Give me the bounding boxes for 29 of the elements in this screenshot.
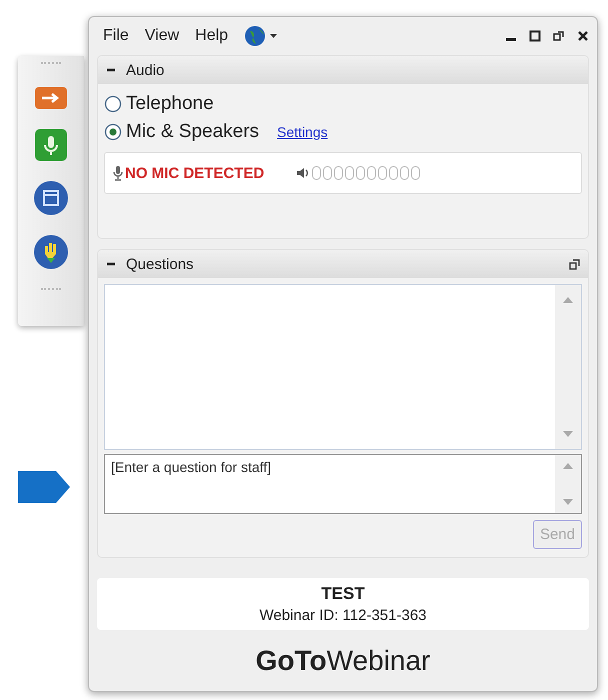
restore-icon[interactable] [553,30,565,42]
microphone-icon [113,165,123,181]
scrollbar[interactable] [555,285,581,449]
pointer-arrow-icon [18,471,70,503]
popout-icon[interactable] [569,258,580,270]
close-icon[interactable] [577,30,589,42]
menu-item[interactable]: Help [195,27,228,45]
menu-item[interactable]: View [144,27,180,45]
speaker-icon [296,166,310,180]
hand-button-icon[interactable] [33,234,69,270]
question-input[interactable]: [Enter a question for staff] [104,454,582,514]
maximize-icon[interactable] [529,30,541,42]
globe-dropdown-icon[interactable] [244,25,278,47]
menu-item[interactable]: File [103,27,129,45]
webinar-title: TEST [321,584,365,604]
window-button-icon[interactable] [33,180,69,216]
radio-button[interactable] [104,95,122,113]
arrow-button-icon[interactable] [34,86,68,110]
logo: GoToWebinar [254,644,432,678]
radio-label[interactable]: Mic & Speakers [126,121,260,143]
microphone-button-icon[interactable] [34,128,68,162]
webinar-id: Webinar ID: 112-351-363 [259,607,427,624]
settings-link[interactable]: Settings [277,124,328,140]
status-text: NO MIC DETECTED [125,164,264,182]
panel-title: Audio [126,62,164,78]
panel-title: Questions [126,256,194,272]
radio-label[interactable]: Telephone [126,93,214,115]
scrollbar[interactable] [555,455,581,513]
radio-button[interactable] [104,123,122,141]
